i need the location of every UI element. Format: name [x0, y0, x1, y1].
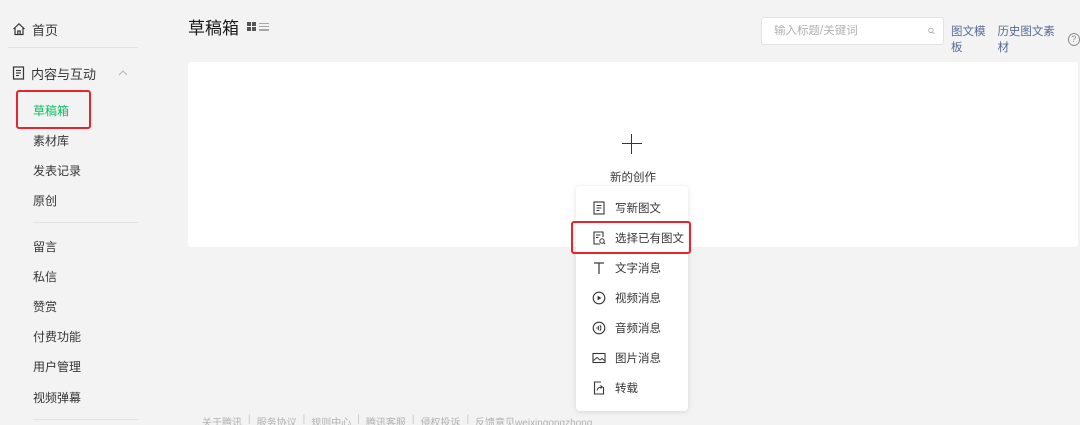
highlight-box-select-existing: [571, 221, 691, 254]
header-links: 图文模板 历史图文素材 ?: [951, 23, 1080, 55]
sidebar-home-label: 首页: [32, 22, 59, 38]
audio-icon: [592, 321, 606, 335]
menu-item-text-message[interactable]: 文字消息: [576, 254, 688, 282]
search-box: [761, 17, 944, 45]
new-creation-label[interactable]: 新的创作: [593, 169, 673, 185]
footer: 关于腾讯 | 服务协议 | 规则中心 | 腾讯客服 | 侵权投诉 | 反馈意见w…: [202, 414, 592, 425]
footer-separator: |: [302, 414, 306, 425]
sidebar-item-original[interactable]: 原创: [33, 192, 57, 210]
sidebar: 首页 内容与互动 草稿箱 素材库 发表记录 原创 留言 私信 赞赏 付费功能 用…: [0, 0, 140, 425]
menu-item-label: 转载: [615, 383, 638, 395]
help-icon[interactable]: ?: [1067, 32, 1080, 46]
menu-item-label: 音频消息: [615, 323, 661, 335]
menu-item-label: 文字消息: [615, 263, 661, 275]
menu-item-audio-message[interactable]: 音频消息: [576, 314, 688, 342]
footer-separator: |: [466, 414, 470, 425]
highlight-box-drafts: [16, 90, 91, 129]
menu-item-video-message[interactable]: 视频消息: [576, 284, 688, 312]
repost-icon: [592, 381, 606, 395]
sidebar-item-messages[interactable]: 私信: [33, 268, 57, 286]
new-creation-menu: 写新图文 选择已有图文 文字消息 视频消息 音频消息 图片消息 转载: [576, 186, 688, 411]
sidebar-item-video-danmaku[interactable]: 视频弹幕: [33, 389, 81, 407]
view-toggle: [247, 22, 269, 31]
grid-view-icon[interactable]: [247, 22, 256, 31]
sidebar-item-rewards[interactable]: 赞赏: [33, 298, 57, 316]
menu-item-repost[interactable]: 转载: [576, 374, 688, 402]
footer-link[interactable]: 侵权投诉: [420, 414, 460, 425]
link-article-templates[interactable]: 图文模板: [951, 23, 994, 55]
footer-separator: |: [248, 414, 251, 425]
menu-item-label: 视频消息: [615, 293, 661, 305]
sidebar-item-publish-records[interactable]: 发表记录: [33, 162, 81, 180]
menu-item-write-new-article[interactable]: 写新图文: [576, 194, 688, 222]
search-input[interactable]: [774, 25, 928, 37]
document-icon: [12, 66, 25, 80]
footer-separator: |: [411, 414, 415, 425]
sidebar-item-user-management[interactable]: 用户管理: [33, 358, 81, 376]
menu-item-image-message[interactable]: 图片消息: [576, 344, 688, 372]
footer-separator: |: [357, 414, 360, 425]
chevron-up-icon: [118, 68, 128, 79]
sidebar-divider: [33, 222, 138, 223]
page-title: 草稿箱: [188, 19, 239, 38]
menu-item-label: 写新图文: [615, 203, 661, 215]
link-history-materials[interactable]: 历史图文素材: [997, 23, 1062, 55]
home-icon: [13, 22, 25, 36]
sidebar-item-home[interactable]: 首页: [12, 19, 58, 39]
page-header: 草稿箱: [188, 14, 269, 39]
sidebar-divider: [8, 47, 138, 48]
footer-link[interactable]: 规则中心: [311, 414, 351, 425]
footer-link[interactable]: 腾讯客服: [366, 414, 406, 425]
play-icon: [592, 291, 606, 305]
search-icon[interactable]: [928, 25, 935, 37]
footer-link[interactable]: 服务协议: [257, 414, 297, 425]
footer-link[interactable]: 关于腾讯: [202, 414, 242, 425]
sidebar-item-paid-features[interactable]: 付费功能: [33, 328, 81, 346]
image-icon: [592, 351, 606, 365]
footer-link[interactable]: 反馈意见weixingongzhong: [475, 414, 592, 425]
doc-icon: [592, 201, 606, 215]
text-icon: [592, 261, 606, 275]
sidebar-item-materials[interactable]: 素材库: [33, 132, 69, 150]
list-view-icon[interactable]: [259, 22, 269, 31]
menu-item-label: 图片消息: [615, 353, 661, 365]
sidebar-section-label: 内容与互动: [31, 66, 97, 82]
new-creation-plus-icon[interactable]: [620, 132, 644, 156]
sidebar-item-comments[interactable]: 留言: [33, 238, 57, 256]
sidebar-divider: [33, 419, 138, 420]
sidebar-section-content[interactable]: 内容与互动: [12, 63, 134, 83]
